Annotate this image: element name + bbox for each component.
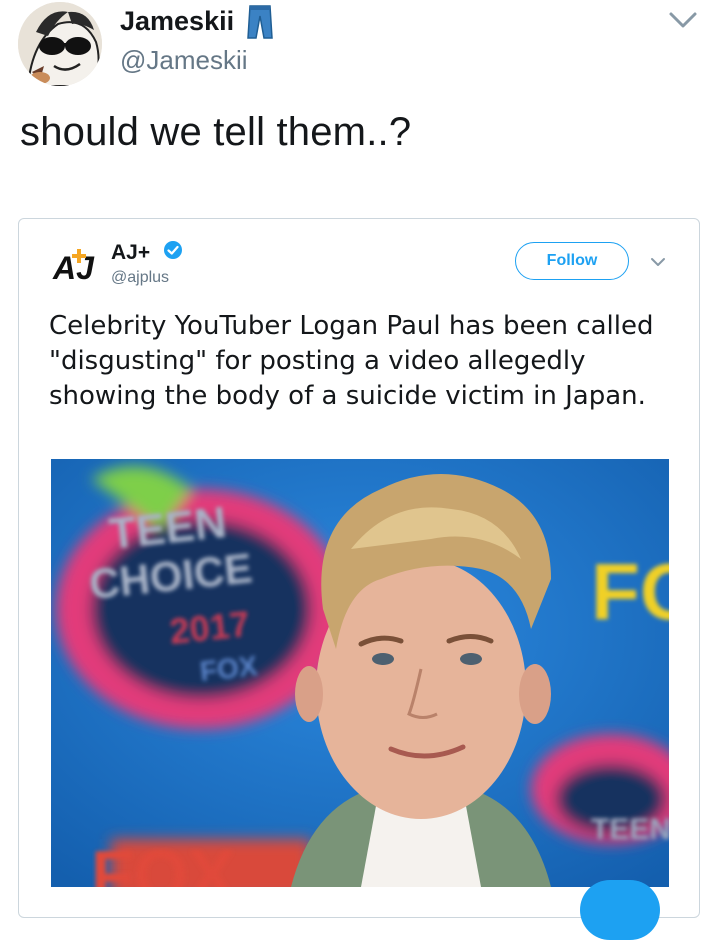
backdrop-text: FO (591, 547, 669, 636)
quoted-handle[interactable]: @ajplus (111, 269, 169, 287)
quoted-display-name[interactable]: AJ+ (111, 241, 150, 265)
jeans-icon (246, 4, 274, 45)
verified-badge-icon (163, 240, 183, 265)
backdrop-text: TEEN (591, 813, 669, 846)
aj-logo-icon: AJ (51, 245, 95, 292)
quoted-tweet-card[interactable]: AJ AJ+ @ajplus Follow Celebrity YouTuber… (18, 218, 700, 918)
tweet-handle[interactable]: @Jameskii (120, 45, 248, 76)
backdrop-text: FOX (198, 650, 259, 687)
cartoon-avatar-icon (18, 2, 102, 86)
backdrop-text: 2017 (168, 603, 252, 652)
backdrop-text: FOX (91, 836, 235, 887)
tweet-photo[interactable]: TEEN CHOICE 2017 FOX FO FOX TEEN (51, 459, 669, 887)
avatar[interactable] (18, 2, 102, 86)
quoted-tweet-text: Celebrity YouTuber Logan Paul has been c… (49, 311, 654, 411)
chevron-down-icon[interactable] (666, 6, 700, 34)
chevron-down-icon[interactable] (649, 255, 667, 273)
tweet-display-name[interactable]: Jameskii (120, 6, 234, 37)
compose-fab-button[interactable] (580, 880, 660, 940)
tweet-text: should we tell them..? (20, 110, 412, 154)
follow-button[interactable]: Follow (515, 242, 629, 280)
